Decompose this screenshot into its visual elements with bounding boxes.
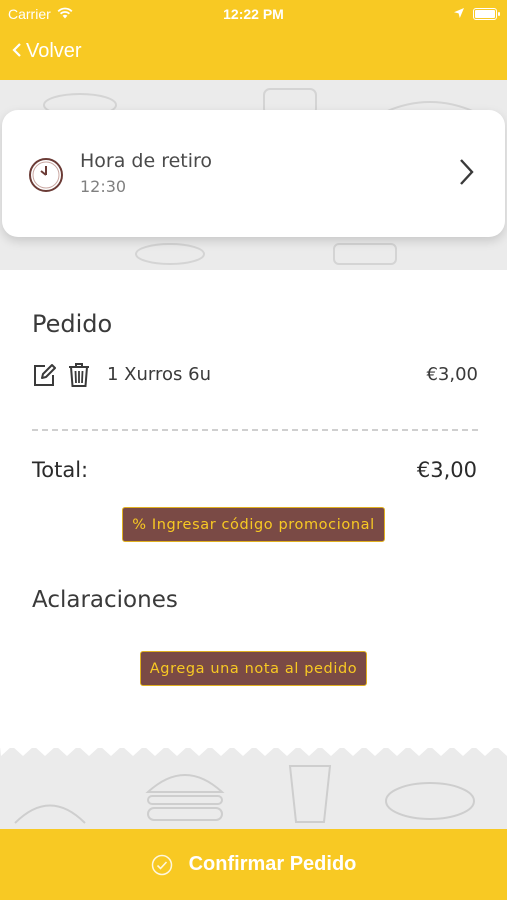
check-circle-icon [151, 854, 172, 875]
pickup-label: Hora de retiro [80, 150, 213, 172]
clock-icon [29, 158, 63, 192]
promo-code-button[interactable]: % Ingresar código promocional [122, 507, 385, 542]
status-bar: Carrier 12:22 PM [0, 0, 507, 30]
dashed-divider [32, 429, 478, 431]
edit-icon[interactable] [32, 363, 56, 392]
food-doodle-icon [135, 243, 205, 265]
nav-bar: Volver [0, 30, 507, 80]
status-time: 12:22 PM [223, 6, 284, 22]
food-pattern-background-bottom [0, 748, 507, 830]
chevron-left-icon [12, 40, 22, 63]
confirm-order-label: Confirmar Pedido [188, 853, 357, 875]
pickup-time-value: 12:30 [80, 177, 127, 196]
food-doodle-icon [333, 243, 397, 265]
total-value: €3,00 [416, 458, 477, 482]
total-label: Total: [32, 458, 89, 482]
order-title: Pedido [32, 310, 113, 338]
burger-doodle-icon [145, 774, 225, 821]
status-right-group [453, 6, 500, 22]
trash-icon[interactable] [68, 362, 90, 393]
receipt-zigzag-edge [0, 744, 507, 756]
notes-title: Aclaraciones [32, 587, 178, 613]
back-label: Volver [26, 40, 82, 62]
drink-doodle-icon [288, 765, 332, 823]
location-arrow-icon [453, 6, 465, 22]
confirm-order-button[interactable]: Confirmar Pedido [0, 829, 507, 900]
order-item-price: €3,00 [426, 364, 478, 385]
chevron-right-icon [460, 159, 474, 185]
battery-icon [473, 8, 500, 20]
order-item-row: 1 Xurros 6u €3,00 [32, 360, 478, 390]
food-doodle-icon [14, 804, 86, 824]
add-note-button[interactable]: Agrega una nota al pedido [140, 651, 367, 686]
pickup-time-card[interactable]: Hora de retiro 12:30 [2, 110, 505, 237]
back-button[interactable]: Volver [12, 40, 82, 63]
food-doodle-icon [385, 782, 475, 820]
order-item-name: 1 Xurros 6u [107, 364, 211, 385]
